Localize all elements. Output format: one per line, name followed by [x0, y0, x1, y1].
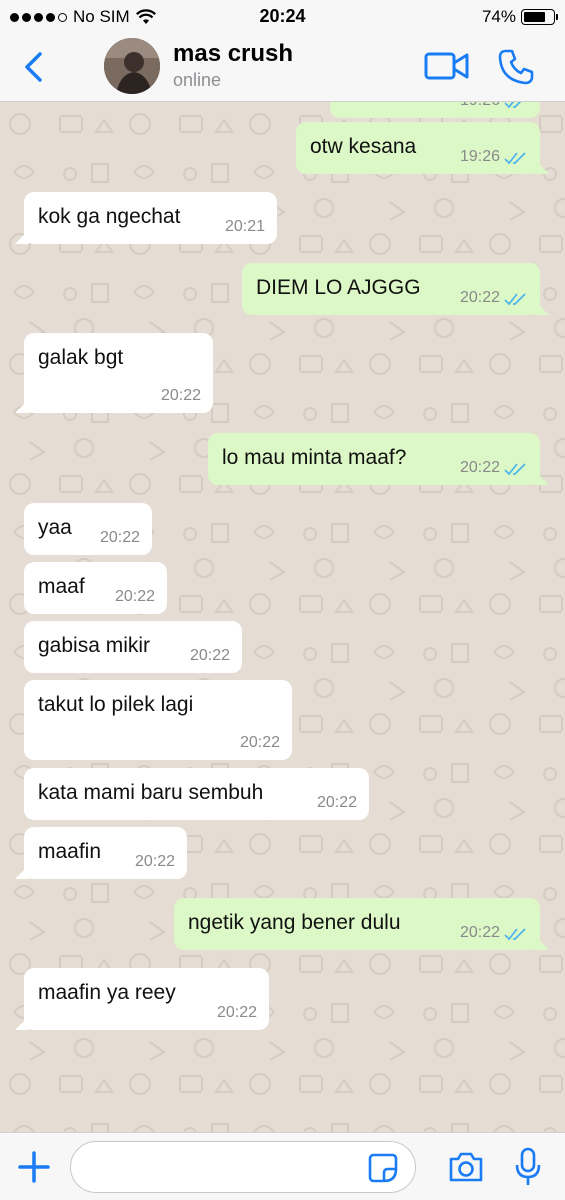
status-bar: No SIM 20:24 74%: [0, 0, 565, 34]
message-text: kok ga ngechat: [38, 205, 181, 228]
phone-icon: [498, 49, 534, 85]
message-text: lo mau minta maaf?: [222, 446, 407, 469]
message-time: 19:26: [459, 148, 500, 165]
message-time: 20:22: [459, 289, 500, 306]
message-incoming[interactable]: kata mami baru sembuh 20:22: [24, 768, 369, 820]
microphone-button[interactable]: [514, 1147, 542, 1187]
message-time: 20:22: [239, 734, 280, 751]
voice-call-button[interactable]: [497, 48, 535, 86]
status-time: 20:24: [259, 6, 306, 26]
message-text: maafin: [38, 840, 102, 863]
message-time: 20:22: [459, 459, 500, 476]
attach-button[interactable]: [18, 1151, 50, 1183]
battery-percent: 74%: [481, 7, 516, 26]
video-call-button[interactable]: [424, 50, 470, 82]
message-time: 20:22: [216, 1004, 257, 1021]
camera-button[interactable]: [448, 1151, 484, 1183]
message-time: 20:22: [114, 588, 155, 605]
avatar-image: [104, 38, 160, 94]
battery-fill: [524, 12, 545, 22]
message-time: 20:22: [459, 924, 500, 941]
message-incoming[interactable]: maafin 20:22: [15, 827, 187, 879]
double-check-icon: [504, 293, 526, 306]
message-text: galak bgt: [38, 346, 124, 369]
chat-area[interactable]: 19:26 otw kesana 19:26 kok ga ngechat 20…: [0, 102, 565, 1132]
input-bar: [0, 1132, 565, 1200]
message-incoming[interactable]: yaa 20:22: [24, 503, 152, 555]
double-check-icon: [504, 928, 526, 941]
sticker-button[interactable]: [368, 1153, 398, 1183]
status-right: 74%: [481, 7, 558, 27]
message-text: takut lo pilek lagi: [38, 693, 194, 716]
message-text: otw kesana: [310, 135, 417, 158]
message-text: maaf: [38, 575, 85, 598]
message-text: kata mami baru sembuh: [38, 781, 264, 804]
plus-icon: [18, 1151, 50, 1183]
message-outgoing[interactable]: DIEM LO AJGGG 20:22: [242, 263, 549, 315]
video-camera-icon: [424, 52, 469, 80]
message-incoming[interactable]: takut lo pilek lagi 20:22: [24, 680, 292, 760]
message-time: 20:22: [189, 647, 230, 664]
message-outgoing[interactable]: lo mau minta maaf? 20:22: [208, 433, 549, 485]
battery-icon: [521, 9, 558, 25]
message-outgoing[interactable]: 19:26: [330, 102, 540, 118]
message-incoming[interactable]: maaf 20:22: [24, 562, 167, 614]
message-time: 20:22: [316, 794, 357, 811]
message-time: 19:26: [460, 102, 500, 110]
avatar[interactable]: [104, 38, 160, 94]
message-text: ngetik yang bener dulu: [188, 911, 401, 934]
message-incoming[interactable]: maafin ya reey 20:22: [15, 968, 269, 1030]
message-time: 20:22: [134, 853, 175, 870]
chat-header: mas crush online: [0, 34, 565, 102]
message-text: yaa: [38, 516, 72, 539]
contact-status: online: [173, 70, 222, 90]
microphone-icon: [515, 1147, 541, 1185]
message-incoming[interactable]: gabisa mikir 20:22: [24, 621, 242, 673]
chevron-left-icon: [25, 52, 42, 82]
message-text: gabisa mikir: [38, 634, 151, 657]
message-outgoing[interactable]: otw kesana 19:26: [296, 122, 549, 174]
message-time: 20:22: [160, 387, 201, 404]
contact-name[interactable]: mas crush: [173, 40, 293, 68]
back-button[interactable]: [20, 50, 48, 84]
double-check-icon: [504, 463, 526, 476]
message-time: 20:21: [224, 218, 265, 235]
message-text: maafin ya reey: [38, 981, 176, 1004]
message-incoming[interactable]: galak bgt 20:22: [15, 333, 213, 413]
double-check-icon: [504, 102, 522, 109]
message-text: DIEM LO AJGGG: [256, 276, 421, 299]
message-input[interactable]: [70, 1141, 416, 1193]
camera-icon: [449, 1152, 483, 1182]
message-time: 20:22: [99, 529, 140, 546]
message-incoming[interactable]: kok ga ngechat 20:21: [15, 192, 277, 244]
sticker-icon: [368, 1153, 398, 1183]
double-check-icon: [504, 152, 526, 165]
message-outgoing[interactable]: ngetik yang bener dulu 20:22: [174, 898, 549, 950]
